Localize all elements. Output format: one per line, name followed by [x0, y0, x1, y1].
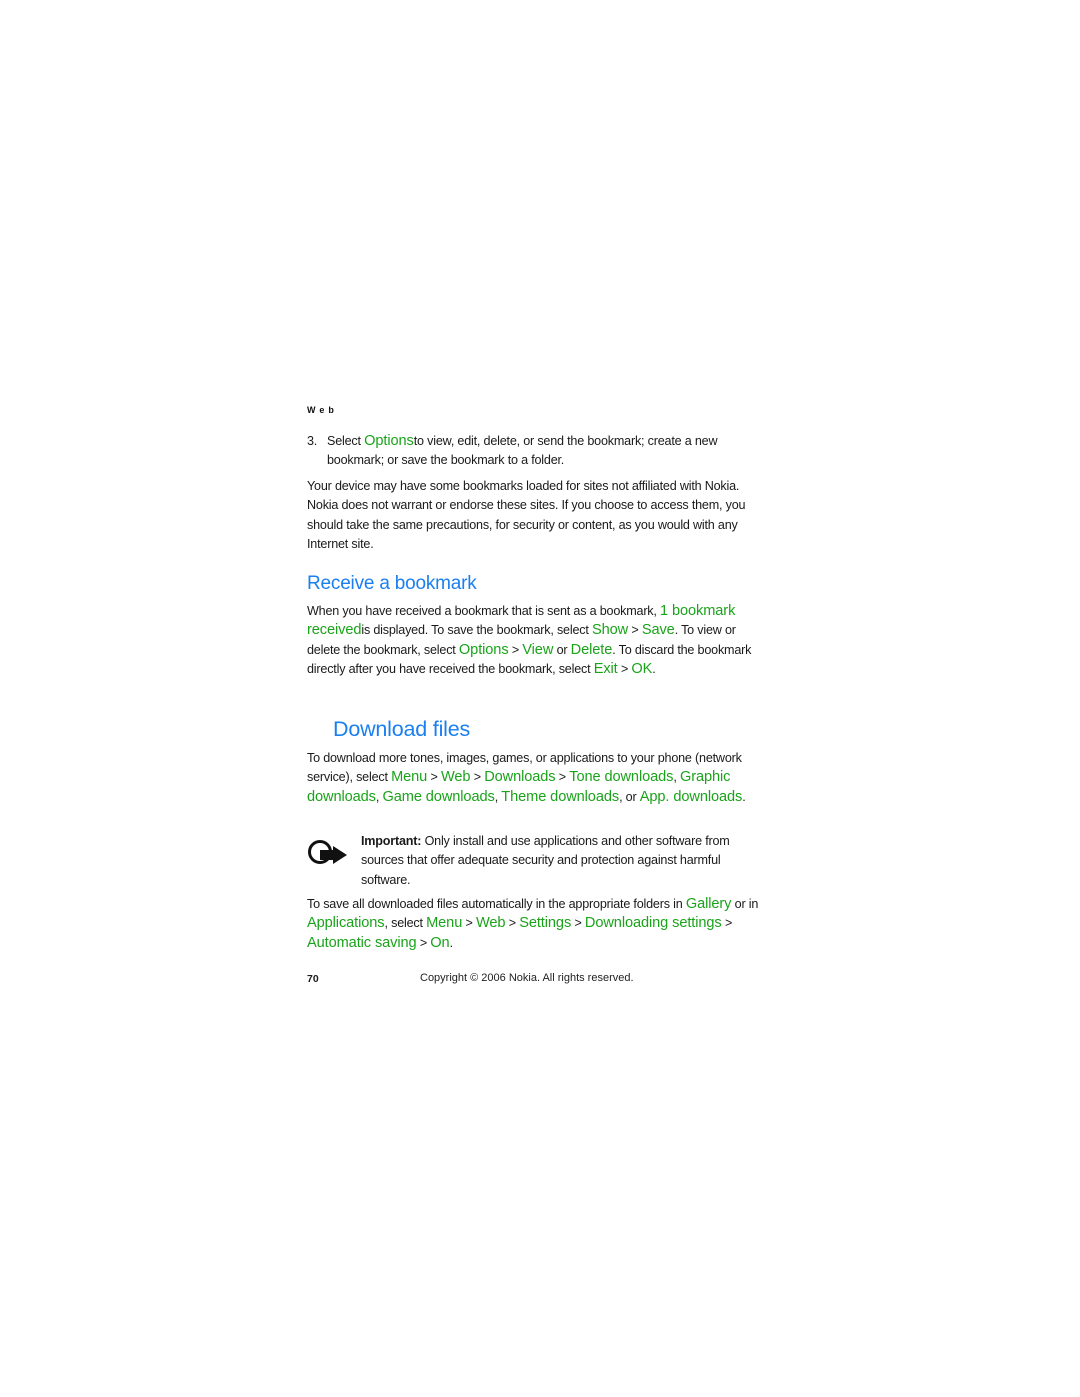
separator: > — [617, 662, 632, 677]
disclaimer-paragraph: Your device may have some bookmarks load… — [307, 479, 746, 552]
menu-term: Web — [475, 915, 506, 932]
separator: , — [375, 789, 383, 804]
autosave-paragraph: To save all downloaded files automatical… — [307, 895, 767, 953]
menu-term: Downloading settings — [584, 915, 722, 932]
copyright-notice: Copyright © 2006 Nokia. All rights reser… — [420, 972, 634, 984]
text: , select — [384, 916, 427, 931]
separator: > — [571, 916, 585, 931]
text: When you have received a bookmark that i… — [307, 604, 661, 618]
menu-term: OK — [631, 661, 653, 678]
text: To save all downloaded files automatical… — [307, 897, 686, 911]
separator: > — [628, 623, 642, 638]
menu-term: Options — [458, 641, 509, 658]
menu-term: Delete — [570, 641, 613, 658]
menu-term: Web — [440, 769, 471, 786]
text: Select — [327, 434, 365, 448]
section-heading-download-files: Download files — [333, 717, 471, 741]
text: is displayed. To save the bookmark, sele… — [361, 623, 592, 638]
separator: > — [508, 642, 523, 657]
separator: > — [416, 935, 431, 950]
important-note: Important: Only install and use applicat… — [307, 832, 767, 890]
separator: > — [505, 916, 520, 931]
important-note-text: Important: Only install and use applicat… — [361, 832, 767, 890]
step-number: 3. — [307, 434, 318, 448]
separator: , — [673, 770, 680, 785]
menu-term: Menu — [391, 769, 428, 786]
receive-bookmark-paragraph: When you have received a bookmark that i… — [307, 602, 767, 680]
important-label: Important: — [361, 834, 422, 848]
text: or — [553, 642, 571, 657]
menu-term: Game downloads — [382, 788, 495, 805]
menu-term: Automatic saving — [307, 934, 417, 951]
menu-term: Theme downloads — [501, 788, 620, 805]
download-files-paragraph: To download more tones, images, games, o… — [307, 749, 767, 807]
important-note-icon — [308, 840, 347, 864]
menu-term: App. downloads — [639, 788, 743, 805]
running-head: Web — [307, 405, 338, 415]
text: or in — [731, 897, 759, 911]
menu-term-options: Options — [364, 433, 414, 449]
text: . — [449, 935, 454, 950]
separator: > — [470, 770, 485, 785]
text: . — [652, 662, 656, 677]
text: . — [742, 789, 746, 804]
menu-term: Applications — [307, 915, 385, 932]
menu-term: Downloads — [484, 769, 556, 786]
separator: > — [462, 916, 476, 931]
menu-term: Settings — [519, 915, 572, 932]
section-heading-receive-bookmark: Receive a bookmark — [307, 573, 477, 594]
menu-term: Save — [641, 622, 675, 639]
menu-term: Menu — [426, 915, 463, 932]
text: , or — [619, 789, 640, 804]
menu-term: Gallery — [685, 896, 732, 912]
separator: > — [721, 916, 733, 931]
menu-term: Tone downloads — [569, 769, 674, 786]
menu-term: Show — [591, 622, 629, 639]
step-3: 3. Select Optionsto view, edit, delete, … — [307, 432, 767, 471]
menu-term: On — [430, 934, 450, 951]
separator: > — [555, 770, 570, 785]
menu-term: View — [522, 641, 554, 658]
step-text: Select Optionsto view, edit, delete, or … — [327, 432, 767, 471]
page-number: 70 — [307, 973, 319, 985]
separator: > — [427, 770, 441, 785]
menu-term: Exit — [593, 661, 618, 678]
